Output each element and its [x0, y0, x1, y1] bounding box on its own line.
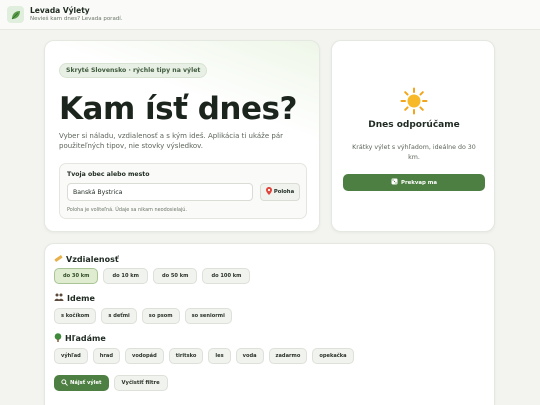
looking-chip-tiritsko[interactable]: tiritsko: [168, 348, 204, 364]
looking-for-options: výhľad hrad vodopád tiritsko les voda za…: [54, 348, 354, 364]
brand-name[interactable]: Levada Výlety: [30, 6, 90, 15]
looking-for-section-title: Hľadáme: [54, 333, 106, 344]
company-chip-kids[interactable]: s deťmi: [101, 308, 137, 324]
location-panel: Tvoja obec alebo mesto Poloha Poloha je …: [59, 163, 307, 219]
find-trip-button[interactable]: Nájsť výlet: [54, 375, 109, 391]
looking-chip-castle[interactable]: hrad: [92, 348, 121, 364]
find-trip-label: Nájsť výlet: [70, 380, 102, 386]
distance-section-title: Vzdialenosť: [54, 254, 119, 265]
company-title: Ideme: [67, 293, 95, 303]
pin-icon: [265, 187, 272, 197]
distance-chip-100[interactable]: do 100 km: [202, 268, 251, 284]
company-section-title: Ideme: [54, 293, 95, 303]
recommendation-description: Krátky výlet s výhľadom, ideálne do 30 k…: [352, 144, 476, 161]
recommendation-card: Dnes odporúčame Krátky výlet s výhľadom,…: [331, 40, 495, 232]
surprise-button-label: Prekvap ma: [401, 179, 437, 186]
looking-chip-free[interactable]: zadarmo: [268, 348, 308, 364]
tree-icon: [54, 333, 62, 344]
location-button[interactable]: Poloha: [260, 183, 300, 201]
leaf-icon: [7, 6, 24, 23]
page-title: Kam ísť dnes?: [59, 91, 297, 127]
location-label: Tvoja obec alebo mesto: [67, 171, 150, 178]
looking-chip-waterfall[interactable]: vodopád: [125, 348, 164, 364]
surprise-button[interactable]: Prekvap ma: [343, 174, 485, 191]
filter-actions: Nájsť výlet Vyčistiť filtre: [54, 375, 168, 391]
looking-chip-water[interactable]: voda: [235, 348, 264, 364]
company-chip-dog[interactable]: so psom: [141, 308, 180, 324]
distance-chip-50[interactable]: do 50 km: [152, 268, 198, 284]
hero-pill: Skryté Slovensko · rýchle tipy na výlet: [59, 63, 208, 78]
filters-card: Vzdialenosť do 30 km do 10 km do 50 km d…: [44, 243, 495, 405]
company-chip-seniors[interactable]: so seniormi: [184, 308, 232, 324]
ruler-icon: [54, 254, 63, 265]
distance-options: do 30 km do 10 km do 50 km do 100 km: [54, 268, 251, 284]
top-bar: Levada Výlety Nevieš kam dnes? Levada po…: [0, 0, 540, 30]
looking-for-title: Hľadáme: [65, 334, 106, 343]
hero-description: Vyber si náladu, vzdialenosť a s kým ide…: [59, 132, 283, 150]
clear-filters-button[interactable]: Vyčistiť filtre: [113, 375, 168, 391]
location-button-label: Poloha: [273, 189, 295, 195]
recommendation-title: Dnes odporúčame: [368, 120, 460, 130]
company-options: s kočíkom s deťmi so psom so seniormi: [54, 308, 232, 324]
dice-icon: [391, 178, 398, 187]
looking-chip-forest[interactable]: les: [208, 348, 231, 364]
people-icon: [54, 293, 64, 303]
location-input[interactable]: [67, 183, 253, 201]
distance-chip-10[interactable]: do 10 km: [103, 268, 148, 284]
distance-chip-30[interactable]: do 30 km: [54, 268, 99, 284]
hero-card: Skryté Slovensko · rýchle tipy na výlet …: [44, 40, 320, 232]
sun-icon: [400, 87, 428, 115]
company-chip-stroller[interactable]: s kočíkom: [54, 308, 97, 324]
search-icon: [61, 378, 68, 388]
brand-tagline: Nevieš kam dnes? Levada poradí.: [30, 16, 123, 22]
looking-chip-bbq[interactable]: opekačka: [312, 348, 354, 364]
location-note: Poloha je voliteľná. Údaje sa nikam neod…: [67, 207, 187, 213]
looking-chip-view[interactable]: výhľad: [54, 348, 88, 364]
distance-title: Vzdialenosť: [66, 255, 119, 264]
